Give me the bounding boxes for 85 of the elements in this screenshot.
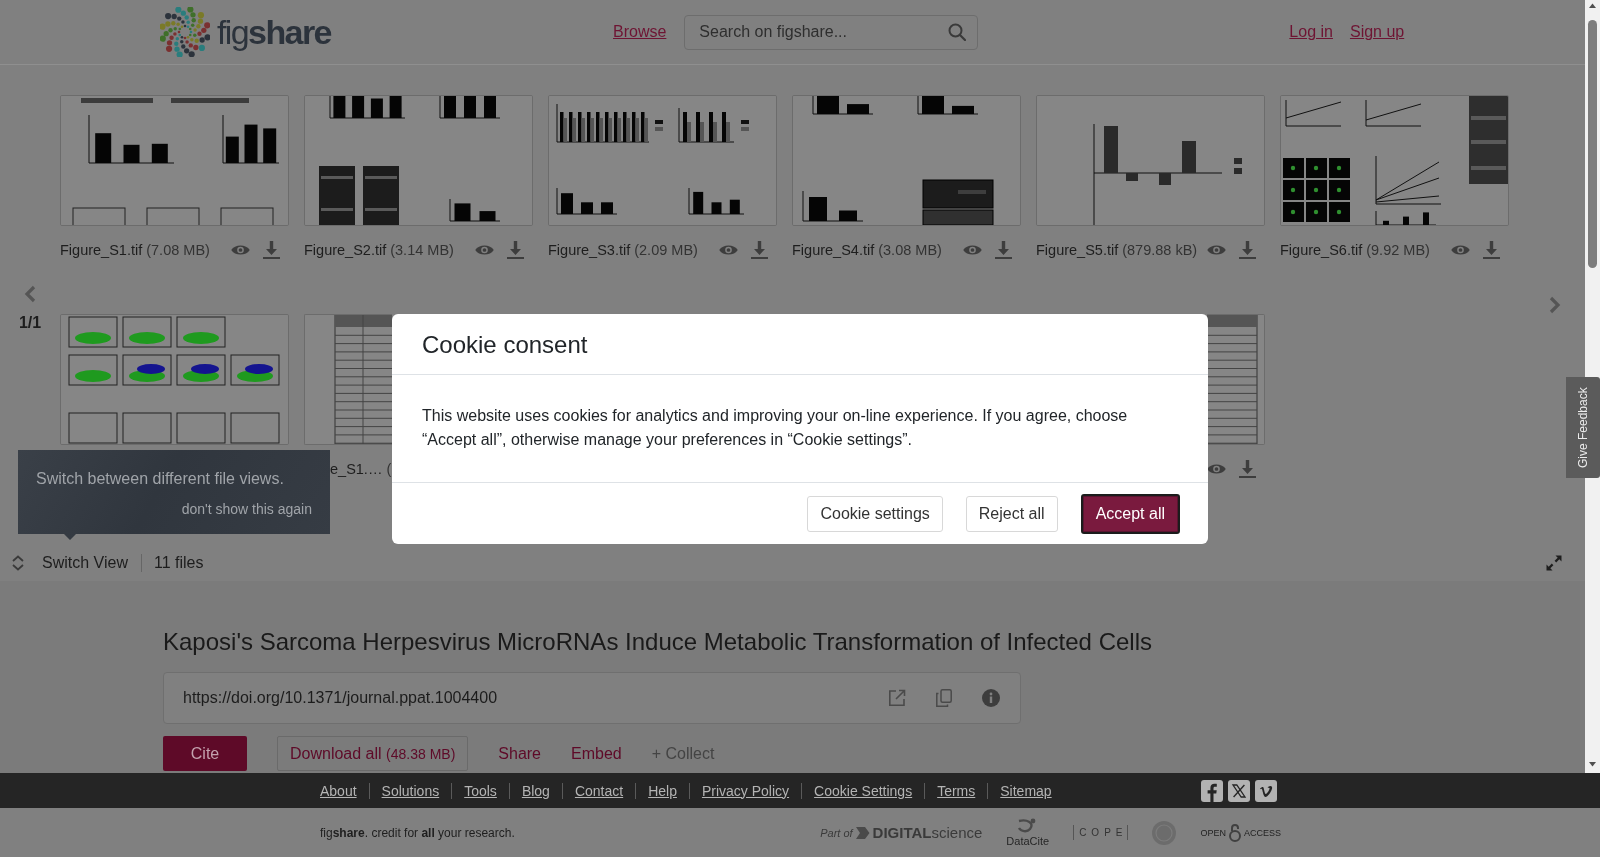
file-size: (2.09 MB) bbox=[634, 242, 698, 258]
page-indicator: 1/1 bbox=[18, 313, 42, 333]
doi-link[interactable]: https://doi.org/10.1371/journal.ppat.1004400 bbox=[183, 689, 498, 707]
file-name[interactable]: Figure_S3.tif bbox=[548, 242, 631, 258]
search-icon[interactable] bbox=[948, 22, 967, 41]
dialog-message: This website uses cookies for analytics and improving your on-line experience. If you agree, choose “Accept all”, otherwise manage your preferences in “Cookie settings”. bbox=[422, 406, 1129, 450]
logo-text: COPE bbox=[1073, 825, 1129, 840]
file-size: (3.14 MB) bbox=[390, 242, 454, 258]
account-link[interactable]: Log in bbox=[1289, 23, 1333, 41]
footer-link[interactable]: Cookie Settings bbox=[801, 782, 925, 799]
download-icon[interactable] bbox=[263, 241, 280, 259]
dialog-button[interactable]: Cookie settings bbox=[807, 495, 943, 532]
file-count: 11 files bbox=[140, 554, 204, 572]
dialog-button[interactable]: Reject all bbox=[965, 495, 1058, 532]
tooltip-text: Switch between different file views. bbox=[36, 469, 285, 489]
file-size: (3.08 MB) bbox=[878, 242, 942, 258]
footer-link[interactable]: Solutions bbox=[368, 782, 452, 799]
copy-icon[interactable] bbox=[936, 689, 952, 707]
logo-text: ACCESS bbox=[1244, 827, 1281, 838]
padlock-icon bbox=[1229, 823, 1241, 842]
chevron-right-icon[interactable] bbox=[1549, 296, 1561, 314]
footer-link[interactable]: Blog bbox=[508, 782, 562, 799]
accept-button[interactable]: Accept all bbox=[1080, 493, 1180, 534]
file-name[interactable]: Figure_S2.tif bbox=[304, 242, 387, 258]
info-icon[interactable] bbox=[982, 689, 1000, 707]
footer-link[interactable]: Sitemap bbox=[987, 782, 1064, 799]
chevron-left-icon[interactable] bbox=[24, 285, 36, 303]
file-size: (9.92 MB) bbox=[1366, 242, 1430, 258]
download-all-button[interactable]: Download all (48.38 MB) bbox=[277, 736, 469, 771]
footer-link[interactable]: Contact bbox=[561, 782, 636, 799]
download-icon[interactable] bbox=[1239, 460, 1256, 478]
switch-view-button[interactable]: Switch View bbox=[11, 554, 128, 572]
nav-link[interactable]: Browse bbox=[613, 23, 667, 41]
action-link[interactable]: Share bbox=[498, 744, 541, 763]
footer-link[interactable]: Privacy Policy bbox=[688, 782, 802, 799]
dismiss-link[interactable]: don't show this again bbox=[181, 500, 312, 518]
collect-link[interactable]: + Collect bbox=[651, 744, 715, 763]
figure-thumbnail[interactable] bbox=[304, 314, 392, 445]
download-icon[interactable] bbox=[751, 241, 768, 259]
download-icon[interactable] bbox=[995, 241, 1012, 259]
figure-thumbnail[interactable] bbox=[60, 314, 289, 445]
download-icon[interactable] bbox=[1483, 241, 1500, 259]
file-size: (879.88 kB) bbox=[1122, 242, 1198, 258]
figure-thumbnail[interactable] bbox=[60, 95, 289, 226]
tagline: figshare. credit for all your research. bbox=[320, 825, 515, 840]
file-name[interactable]: Figure_S4.tif bbox=[792, 242, 875, 258]
file-name[interactable]: Figure_S6.tif bbox=[1280, 242, 1363, 258]
search-field[interactable]: Search on figshare... bbox=[684, 14, 979, 50]
file-name[interactable]: e_S1.… bbox=[330, 461, 383, 477]
figure-thumbnail[interactable] bbox=[792, 95, 1021, 226]
file-size: (7.08 MB) bbox=[146, 242, 210, 258]
letter-v-icon[interactable] bbox=[1255, 779, 1277, 802]
logo-mark-icon bbox=[160, 7, 210, 57]
article-title: Kaposi's Sarcoma Herpesvirus MicroRNAs Induce Metabolic Transformation of Infected Cells bbox=[163, 628, 1152, 656]
cite-button[interactable]: Cite bbox=[163, 736, 247, 771]
logo-text: DIGITALscience bbox=[872, 824, 983, 841]
account-link[interactable]: Sign up bbox=[1349, 23, 1405, 41]
footer-link[interactable]: Tools bbox=[451, 782, 509, 799]
dialog-title: Cookie consent bbox=[422, 329, 588, 359]
figure-thumbnail[interactable] bbox=[1207, 314, 1265, 445]
logo-text: DataCite bbox=[1006, 835, 1050, 847]
footer-link[interactable]: Terms bbox=[924, 782, 988, 799]
download-icon[interactable] bbox=[1239, 241, 1256, 259]
download-icon[interactable] bbox=[507, 241, 524, 259]
file-name[interactable]: Figure_S5.tif bbox=[1036, 242, 1119, 258]
figure-thumbnail[interactable] bbox=[548, 95, 777, 226]
eye-icon[interactable] bbox=[1207, 463, 1226, 475]
external-link-icon[interactable] bbox=[888, 689, 906, 707]
figure-thumbnail[interactable] bbox=[304, 95, 533, 226]
logo-link[interactable]: figshare bbox=[160, 7, 330, 57]
footer-link[interactable]: Help bbox=[635, 782, 689, 799]
figure-thumbnail[interactable] bbox=[1280, 95, 1509, 226]
up-down-chevron-icon bbox=[11, 555, 25, 571]
file-name[interactable]: Figure_S1.tif bbox=[60, 242, 143, 258]
fullscreen-icon[interactable] bbox=[1546, 555, 1562, 571]
letter-x-icon[interactable] bbox=[1228, 779, 1250, 802]
letter-f-icon[interactable] bbox=[1201, 779, 1223, 802]
action-link[interactable]: Embed bbox=[571, 744, 622, 763]
chevron-logo-icon bbox=[855, 826, 870, 839]
feedback-tab[interactable]: Give Feedback bbox=[1566, 377, 1600, 478]
footer-link[interactable]: About bbox=[320, 782, 369, 799]
logo-text: OPEN bbox=[1200, 827, 1226, 838]
file-size: ( bbox=[386, 461, 392, 477]
figure-thumbnail[interactable] bbox=[1036, 95, 1265, 226]
logo-text: Part of bbox=[820, 826, 853, 839]
